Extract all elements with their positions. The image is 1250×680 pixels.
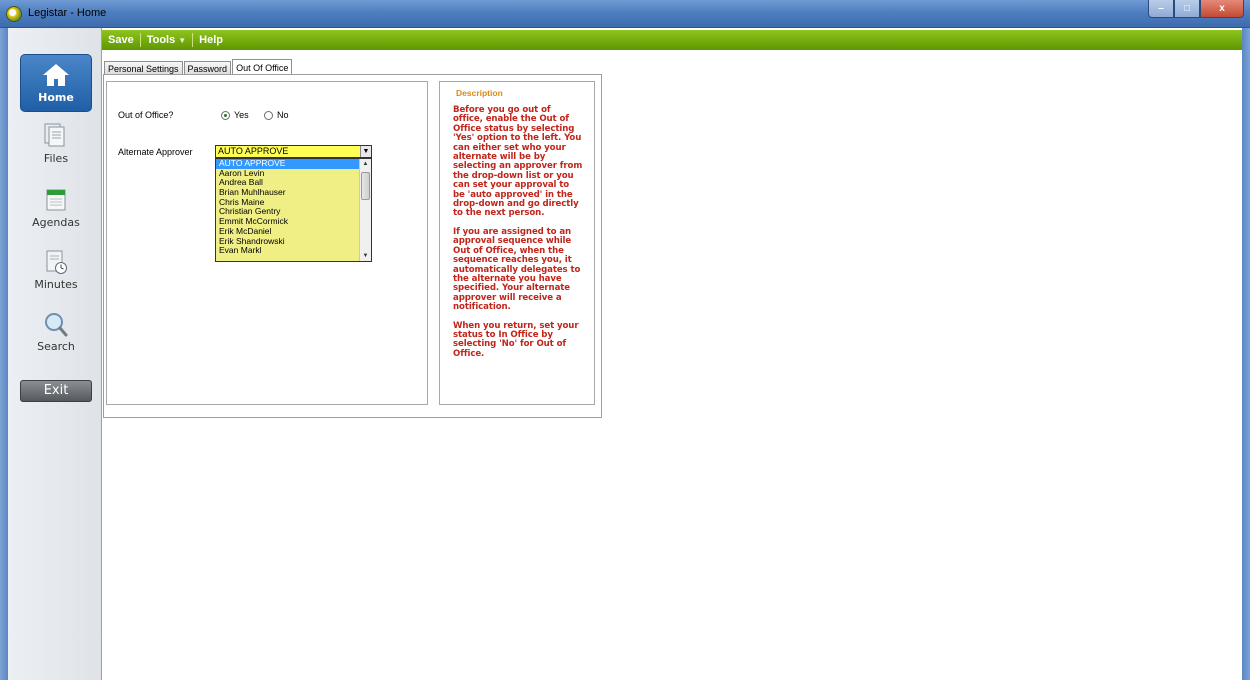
close-button[interactable]: x <box>1200 0 1244 18</box>
maximize-button[interactable]: □ <box>1174 0 1200 18</box>
list-item[interactable]: Evan Markl <box>216 246 359 256</box>
menu-tools[interactable]: Tools ▼ <box>141 33 194 47</box>
search-icon <box>41 310 71 338</box>
description-text: Before you go out of office, enable the … <box>453 105 583 369</box>
list-item[interactable]: Aaron Levin <box>216 169 359 179</box>
sidebar-item-search[interactable]: Search <box>20 304 92 362</box>
description-paragraph: When you return, set your status to In O… <box>453 320 579 359</box>
description-paragraph: Before you go out of office, enable the … <box>453 105 583 219</box>
alternate-approver-list: AUTO APPROVE Aaron Levin Andrea Ball Bri… <box>215 158 372 262</box>
alternate-approver-select[interactable]: AUTO APPROVE ▼ <box>215 145 372 158</box>
radio-yes-label: Yes <box>234 110 249 120</box>
menu-save[interactable]: Save <box>102 33 141 47</box>
scroll-thumb[interactable] <box>361 172 370 200</box>
chevron-down-icon: ▼ <box>178 36 187 45</box>
list-item[interactable]: Chris Maine <box>216 198 359 208</box>
list-item[interactable]: Christian Gentry <box>216 207 359 217</box>
radio-yes[interactable]: Yes <box>221 110 249 120</box>
list-item[interactable]: Andrea Ball <box>216 178 359 188</box>
menu-bar: Save Tools ▼ Help <box>102 30 1242 50</box>
sidebar-item-label: Files <box>43 152 69 165</box>
exit-button[interactable]: Exit <box>20 380 92 402</box>
list-scrollbar[interactable]: ▲ ▼ <box>359 159 371 261</box>
sidebar-item-label: Minutes <box>34 278 78 291</box>
radio-no[interactable]: No <box>264 110 289 120</box>
tab-out-of-office[interactable]: Out Of Office <box>232 59 293 75</box>
list-item[interactable]: AUTO APPROVE <box>216 159 359 169</box>
dropdown-arrow-icon[interactable]: ▼ <box>360 146 371 157</box>
sidebar-item-label: Home <box>38 91 74 104</box>
list-item[interactable]: Emmit McCormick <box>216 217 359 227</box>
alternate-approver-label: Alternate Approver <box>118 147 193 157</box>
sidebar-item-home[interactable]: Home <box>20 54 92 112</box>
alternate-approver-value: AUTO APPROVE <box>218 146 289 156</box>
agendas-icon <box>41 186 71 214</box>
sidebar-item-label: Search <box>37 340 75 353</box>
list-item[interactable]: Erik Shandrowski <box>216 237 359 247</box>
sidebar-item-files[interactable]: Files <box>20 116 92 174</box>
radio-no-icon <box>264 110 273 120</box>
list-item[interactable]: Brian Muhlhauser <box>216 188 359 198</box>
sidebar-item-label: Agendas <box>32 216 80 229</box>
title-bar: Legistar - Home – □ x <box>0 0 1250 28</box>
menu-help[interactable]: Help <box>193 33 229 47</box>
settings-tabs: Personal Settings Password Out Of Office <box>104 59 293 75</box>
radio-yes-checked-icon <box>221 110 230 120</box>
window-frame-left <box>0 28 8 680</box>
app-logo-icon <box>6 6 22 22</box>
menu-tools-label: Tools <box>146 34 176 46</box>
list-item[interactable]: Erik McDaniel <box>216 227 359 237</box>
out-of-office-label: Out of Office? <box>118 110 174 120</box>
files-icon <box>41 122 71 150</box>
scroll-up-icon[interactable]: ▲ <box>360 159 371 169</box>
tab-password[interactable]: Password <box>183 61 232 75</box>
minimize-button[interactable]: – <box>1148 0 1174 18</box>
sidebar-item-agendas[interactable]: Agendas <box>20 180 92 238</box>
window-controls: – □ x <box>1148 0 1244 18</box>
window-title: Legistar - Home <box>28 7 107 19</box>
description-paragraph: If you are assigned to an approval seque… <box>453 226 581 313</box>
home-icon <box>41 61 71 89</box>
sidebar: Home Files Agendas Minutes Search Exit <box>8 28 102 680</box>
scroll-down-icon[interactable]: ▼ <box>360 251 371 261</box>
sidebar-item-minutes[interactable]: Minutes <box>20 242 92 300</box>
menu-help-label: Help <box>199 34 223 46</box>
tab-personal-settings[interactable]: Personal Settings <box>104 61 183 75</box>
minutes-icon <box>41 248 71 276</box>
window-frame-right <box>1242 28 1250 680</box>
description-title: Description <box>456 88 503 98</box>
menu-save-label: Save <box>108 34 134 46</box>
radio-no-label: No <box>277 110 289 120</box>
